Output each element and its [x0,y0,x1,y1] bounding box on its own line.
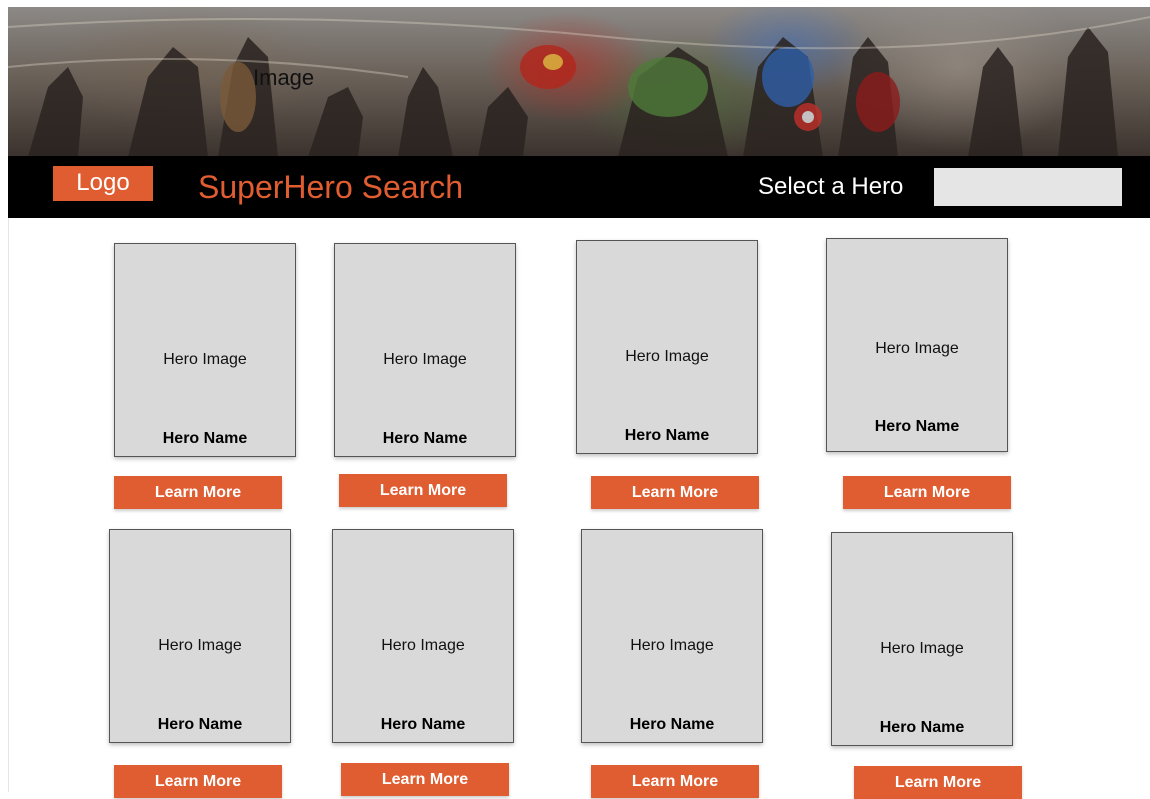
hero-name: Hero Name [624,427,710,444]
hero-select[interactable] [934,168,1122,206]
banner-image: Image [8,7,1150,157]
hero-card[interactable]: Hero Image Hero Name [114,243,296,457]
hero-card[interactable]: Hero Image Hero Name [109,529,291,743]
logo[interactable]: Logo [53,166,153,201]
hero-image-placeholder: Hero Image [158,637,242,654]
hero-image-placeholder: Hero Image [875,340,959,357]
learn-more-button[interactable]: Learn More [591,476,759,509]
learn-more-button[interactable]: Learn More [843,476,1011,509]
hero-name: Hero Name [874,418,960,435]
hero-card[interactable]: Hero Image Hero Name [334,243,516,457]
learn-more-button[interactable]: Learn More [854,766,1022,799]
learn-more-button[interactable]: Learn More [339,474,507,507]
hero-name: Hero Name [629,716,715,733]
hero-card[interactable]: Hero Image Hero Name [831,532,1013,746]
page-left-border [8,218,9,792]
learn-more-button[interactable]: Learn More [114,765,282,798]
learn-more-button[interactable]: Learn More [591,765,759,798]
learn-more-button[interactable]: Learn More [341,763,509,796]
page-title: SuperHero Search [198,169,464,205]
hero-image-placeholder: Hero Image [383,351,467,368]
hero-name: Hero Name [157,716,243,733]
hero-image-placeholder: Hero Image [625,348,709,365]
hero-name: Hero Name [382,430,468,447]
header-bar: Logo SuperHero Search Select a Hero [8,156,1150,218]
banner-image-label: Image [253,65,315,90]
hero-card[interactable]: Hero Image Hero Name [826,238,1008,452]
learn-more-button[interactable]: Learn More [114,476,282,509]
hero-image-placeholder: Hero Image [163,351,247,368]
banner-art [8,16,1150,157]
hero-card[interactable]: Hero Image Hero Name [332,529,514,743]
hero-name: Hero Name [380,716,466,733]
hero-image-placeholder: Hero Image [381,637,465,654]
hero-select-label: Select a Hero [758,173,904,200]
hero-card[interactable]: Hero Image Hero Name [581,529,763,743]
hero-name: Hero Name [879,719,965,736]
hero-image-placeholder: Hero Image [880,640,964,657]
hero-image-placeholder: Hero Image [630,637,714,654]
hero-card[interactable]: Hero Image Hero Name [576,240,758,454]
hero-name: Hero Name [162,430,248,447]
